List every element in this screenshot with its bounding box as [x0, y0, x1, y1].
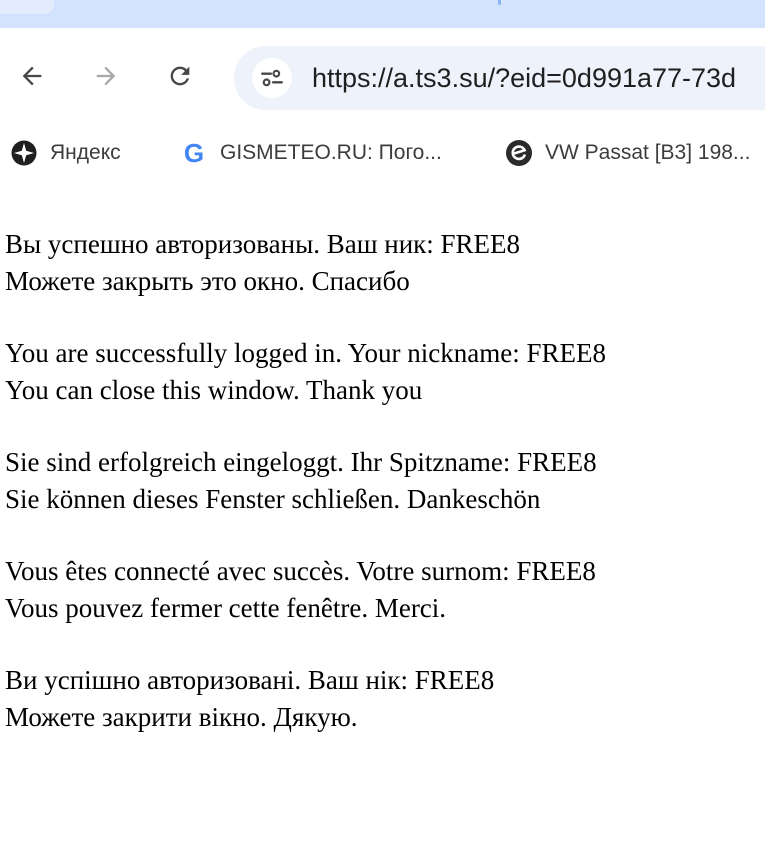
- browser-tab[interactable]: [0, 0, 54, 14]
- message-line: Вы успешно авторизованы. Ваш ник: FREE8: [5, 229, 521, 259]
- yandex-icon: [10, 139, 38, 167]
- page-content: Вы успешно авторизованы. Ваш ник: FREE8 …: [5, 226, 760, 771]
- google-g-icon: G: [183, 138, 205, 168]
- message-line: Sie sind erfolgreich eingeloggt. Ihr Spi…: [5, 447, 597, 477]
- message-line: You can close this window. Thank you: [5, 375, 423, 405]
- tab-indicator: [498, 0, 501, 5]
- message-french: Vous êtes connecté avec succès. Votre su…: [5, 553, 760, 627]
- back-button[interactable]: [12, 56, 52, 96]
- site-info-button[interactable]: [252, 58, 292, 98]
- forward-button[interactable]: [86, 56, 126, 96]
- message-russian: Вы успешно авторизованы. Ваш ник: FREE8 …: [5, 226, 760, 300]
- reload-icon: [170, 66, 190, 86]
- drive2-icon: [505, 139, 533, 167]
- message-line: Можете закрыть это окно. Спасибо: [5, 266, 410, 296]
- message-ukrainian: Ви успішно авторизовані. Ваш нік: FREE8 …: [5, 662, 760, 736]
- bookmark-yandex[interactable]: Яндекс: [10, 136, 121, 170]
- message-line: Ви успішно авторизовані. Ваш нік: FREE8: [5, 665, 495, 695]
- bookmarks-bar: Яндекс G GISMETEO.RU: Пого... VW Passat …: [0, 130, 765, 176]
- browser-toolbar: https://a.ts3.su/?eid=0d991a77-73d: [0, 28, 765, 120]
- address-bar[interactable]: https://a.ts3.su/?eid=0d991a77-73d: [234, 46, 765, 110]
- bookmark-label: VW Passat [B3] 198...: [545, 141, 751, 164]
- message-german: Sie sind erfolgreich eingeloggt. Ihr Spi…: [5, 444, 760, 518]
- bookmark-label: GISMETEO.RU: Пого...: [220, 141, 442, 164]
- message-line: You are successfully logged in. Your nic…: [5, 338, 606, 368]
- message-line: Vous pouvez fermer cette fenêtre. Merci.: [5, 593, 447, 623]
- url-text: https://a.ts3.su/?eid=0d991a77-73d: [312, 63, 737, 93]
- message-line: Можете закрити вікно. Дякую.: [5, 702, 358, 732]
- message-english: You are successfully logged in. Your nic…: [5, 335, 760, 409]
- message-line: Vous êtes connecté avec succès. Votre su…: [5, 556, 596, 586]
- back-arrow-icon: [22, 66, 42, 86]
- site-settings-icon: [261, 69, 283, 87]
- bookmark-label: Яндекс: [50, 141, 121, 164]
- forward-arrow-icon: [96, 66, 116, 86]
- bookmark-gismeteo[interactable]: G GISMETEO.RU: Пого...: [180, 136, 442, 170]
- message-line: Sie können dieses Fenster schließen. Dan…: [5, 484, 541, 514]
- reload-button[interactable]: [160, 56, 200, 96]
- bookmark-vw-passat[interactable]: VW Passat [B3] 198...: [505, 136, 750, 170]
- tab-strip: [0, 0, 765, 28]
